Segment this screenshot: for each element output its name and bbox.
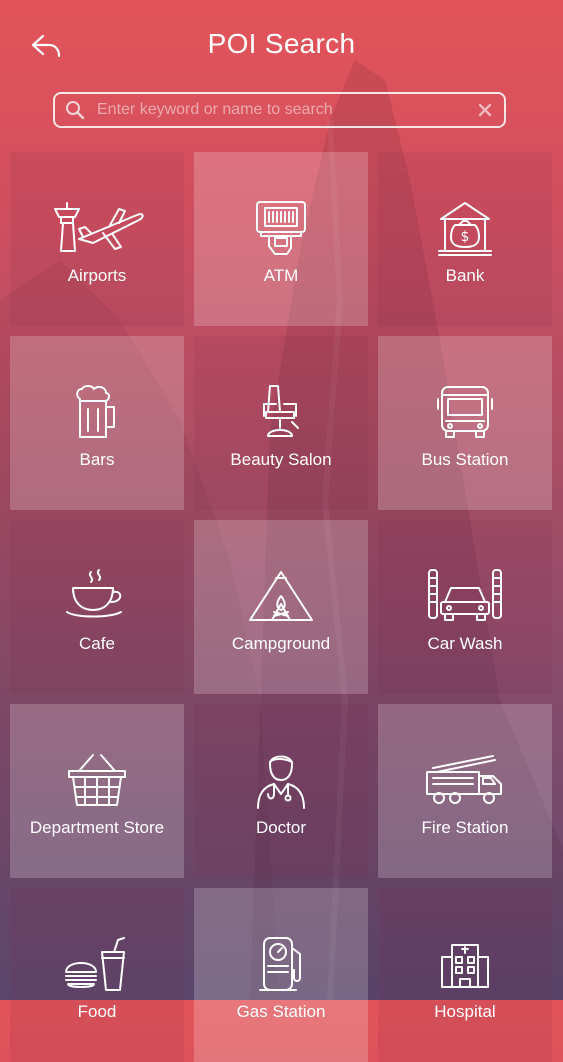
poi-tile-label: Food [77, 1002, 117, 1021]
poi-tile-doctor[interactable]: Doctor [194, 704, 368, 878]
close-icon [478, 103, 492, 117]
poi-tile-airports[interactable]: Airports [10, 152, 184, 326]
poi-tile-label: Car Wash [427, 634, 503, 653]
tent-icon [231, 564, 331, 628]
poi-tile-bars[interactable]: Bars [10, 336, 184, 510]
search-bar [53, 92, 506, 128]
bank-icon: $ [415, 196, 515, 260]
poi-tile-bus-station[interactable]: Bus Station [378, 336, 552, 510]
poi-tile-label: Bank [445, 266, 485, 285]
poi-tile-label: Doctor [255, 818, 307, 837]
poi-tile-label: Bars [79, 450, 115, 469]
poi-tile-fire-station[interactable]: Fire Station [378, 704, 552, 878]
svg-text:$: $ [461, 229, 470, 245]
poi-tile-label: ATM [263, 266, 299, 285]
poi-tile-label: Beauty Salon [230, 450, 332, 469]
poi-tile-cafe[interactable]: Cafe [10, 520, 184, 694]
coffee-cup-icon [47, 564, 147, 628]
poi-tile-atm[interactable]: ATM [194, 152, 368, 326]
burger-drink-icon [47, 932, 147, 996]
poi-tile-label: Campground [231, 634, 331, 653]
poi-tile-label: Bus Station [421, 450, 509, 469]
poi-tile-label: Gas Station [236, 1002, 326, 1021]
salon-chair-icon [231, 380, 331, 444]
app-header: POI Search [0, 0, 563, 90]
poi-tile-car-wash[interactable]: Car Wash [378, 520, 552, 694]
clear-search-button[interactable] [466, 94, 504, 126]
search-input[interactable] [95, 100, 466, 120]
poi-tile-department-store[interactable]: Department Store [10, 704, 184, 878]
poi-tile-label: Fire Station [421, 818, 509, 837]
poi-tile-beauty-salon[interactable]: Beauty Salon [194, 336, 368, 510]
poi-tile-bank[interactable]: $ Bank [378, 152, 552, 326]
fire-truck-icon [415, 748, 515, 812]
page-title: POI Search [207, 28, 356, 59]
poi-tile-hospital[interactable]: Hospital [378, 888, 552, 1062]
poi-category-grid: Airports ATM $ Bank Bars Beauty Salon Bu… [10, 152, 554, 1062]
atm-icon [231, 196, 331, 260]
poi-tile-gas-station[interactable]: Gas Station [194, 888, 368, 1062]
bus-icon [415, 380, 515, 444]
search-icon [55, 94, 95, 126]
car-wash-icon [415, 564, 515, 628]
hospital-icon [415, 932, 515, 996]
poi-tile-label: Airports [67, 266, 127, 285]
poi-tile-label: Department Store [29, 818, 165, 837]
doctor-icon [231, 748, 331, 812]
basket-icon [47, 748, 147, 812]
fuel-pump-icon [231, 932, 331, 996]
poi-tile-food[interactable]: Food [10, 888, 184, 1062]
poi-tile-label: Cafe [79, 634, 115, 653]
airport-icon [47, 196, 147, 260]
beer-mug-icon [47, 380, 147, 444]
poi-tile-label: Hospital [434, 1002, 496, 1021]
poi-tile-campground[interactable]: Campground [194, 520, 368, 694]
